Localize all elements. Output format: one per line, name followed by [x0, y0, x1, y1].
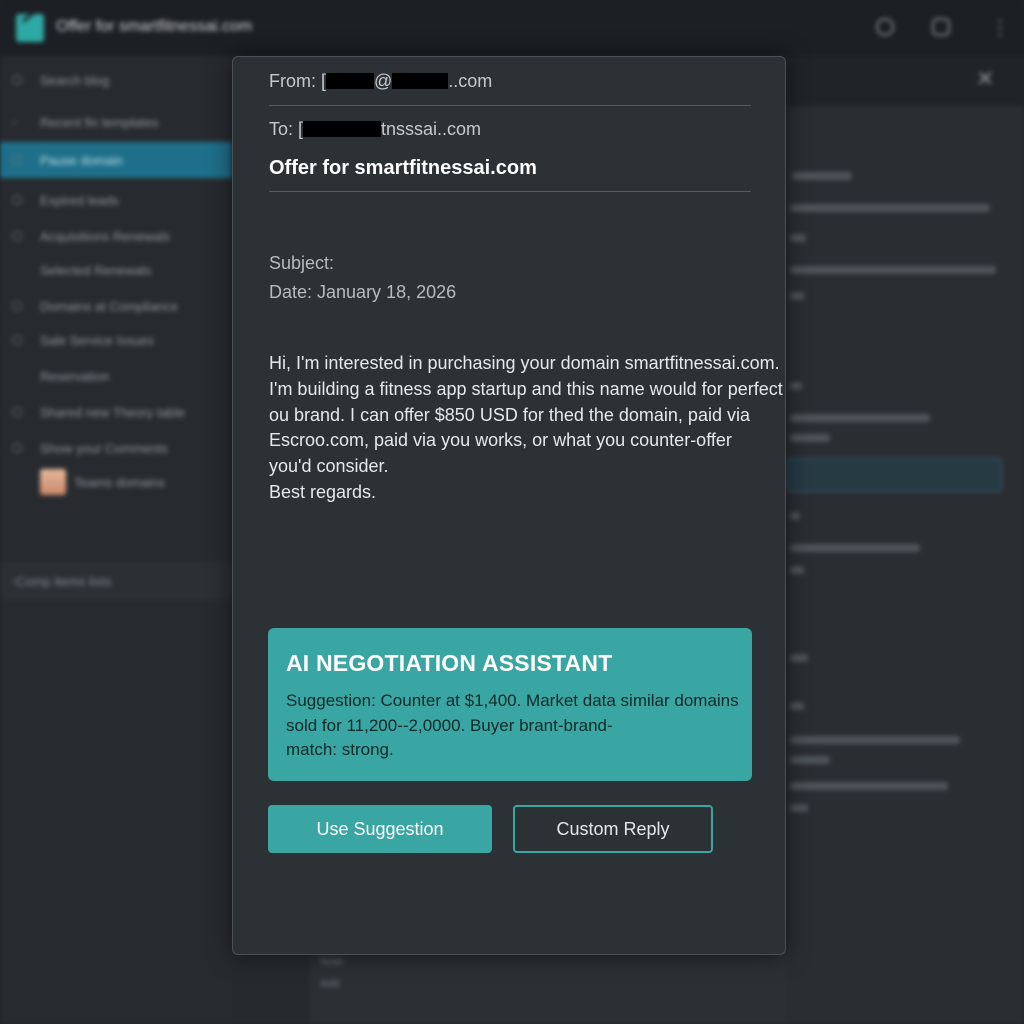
placeholder-line: [790, 434, 830, 442]
assistant-line: sold for 11,200--2,0000. Buyer brant-bra…: [286, 715, 613, 735]
avatar: [40, 469, 66, 495]
sidebar: Search blog › Recent fin templates Pause…: [0, 56, 232, 1024]
to-domain: tnsssai..com: [381, 119, 482, 139]
app-logo-icon: [16, 14, 44, 42]
window-icon[interactable]: [932, 18, 950, 36]
title-bar: Offer for smartfitnessai.com ⋮: [0, 0, 1024, 56]
email-body-line: you'd consider.: [269, 456, 389, 477]
use-suggestion-button[interactable]: Use Suggestion: [268, 805, 492, 853]
circle-icon: [12, 155, 22, 165]
sidebar-item[interactable]: Selected Renewals: [0, 252, 232, 288]
sidebar-item-active[interactable]: Pause domain: [0, 142, 232, 178]
sidebar-item-label: Sale Service Issues: [40, 332, 155, 348]
email-subject: Offer for smartfitnessai.com: [269, 157, 537, 179]
sidebar-footer[interactable]: › Comp items lists: [0, 562, 232, 600]
sidebar-item-label: Shared new Theory table: [40, 404, 186, 420]
to-row: To: [ tnsssai..com: [269, 119, 481, 140]
placeholder-line: [790, 234, 806, 242]
assistant-title: AI NEGOTIATION ASSISTANT: [286, 650, 613, 676]
circle-icon: [12, 335, 22, 345]
placeholder-line: [790, 292, 804, 300]
circle-icon: [12, 443, 22, 453]
redaction-bar: [303, 121, 382, 137]
sidebar-item[interactable]: Shared new Theory table: [0, 394, 232, 430]
from-at: @: [374, 71, 393, 91]
email-dialog: From: [ @ ..com To: [ tnsssai..com Offer fo…: [232, 56, 786, 955]
footer-note: Note: [320, 956, 344, 968]
sidebar-footer-label: Comp items lists: [16, 573, 112, 589]
from-domain: ..com: [448, 71, 493, 91]
redaction-bar: [326, 73, 374, 89]
placeholder-line: [790, 382, 802, 390]
sidebar-item[interactable]: Sale Service Issues: [0, 322, 232, 358]
email-body-line: Best regards.: [269, 481, 377, 502]
sidebar-item-label: Search blog: [40, 72, 110, 88]
divider: [269, 105, 751, 106]
window-title: Offer for smartfitnessai.com: [56, 18, 253, 35]
placeholder-line: [790, 566, 804, 574]
compose-footer: Note Add: [310, 950, 786, 1024]
circle-icon: [12, 75, 22, 85]
placeholder-line: [790, 266, 996, 274]
more-vertical-icon[interactable]: ⋮: [990, 16, 1010, 40]
sidebar-item[interactable]: Search blog: [0, 62, 232, 98]
assistant-line: match: strong.: [286, 740, 394, 759]
settings-icon[interactable]: [876, 18, 894, 36]
chevron-icon: ›: [12, 115, 16, 129]
subject-label: Subject:: [269, 253, 335, 273]
placeholder-line: [790, 414, 930, 422]
sidebar-item[interactable]: › Recent fin templates: [0, 104, 232, 140]
divider: [269, 191, 751, 192]
email-body-line: Escroo.com, paid via you works, or what …: [269, 430, 732, 451]
sidebar-item-label: Recent fin templates: [40, 114, 159, 130]
assistant-line: Suggestion: Counter at $1,400. Market da…: [286, 691, 739, 710]
placeholder-line: [790, 756, 830, 764]
from-row: From: [ @ ..com: [269, 71, 492, 92]
placeholder-line: [790, 512, 800, 520]
email-body-line: ou brand. I can offer $850 USD for thed …: [269, 404, 750, 425]
sidebar-item-label: Show your Comments: [40, 440, 168, 456]
to-label: To: [: [269, 119, 304, 139]
selected-row[interactable]: [786, 458, 1002, 492]
email-date: Date: January 18, 2026: [269, 282, 457, 302]
sidebar-item-label: Selected Renewals: [40, 262, 152, 278]
sidebar-item[interactable]: Show your Comments: [0, 430, 232, 466]
placeholder-line: [790, 702, 804, 710]
from-label: From: [: [269, 71, 326, 91]
chevron-icon: ›: [12, 574, 16, 588]
footer-add[interactable]: Add: [320, 978, 340, 990]
close-icon[interactable]: ✕: [976, 66, 994, 92]
assistant-suggestion: Suggestion: Counter at $1,400. Market da…: [286, 689, 746, 763]
placeholder-line: [790, 804, 808, 812]
circle-icon: [12, 231, 22, 241]
sidebar-item[interactable]: Teams domains: [0, 464, 232, 500]
circle-icon: [12, 407, 22, 417]
ai-assistant-card: AI NEGOTIATION ASSISTANT Suggestion: Cou…: [268, 628, 752, 781]
email-body-line: I'm building a fitness app startup and t…: [269, 378, 783, 399]
placeholder-line: [790, 654, 808, 662]
placeholder-line: [790, 736, 960, 744]
circle-icon: [12, 301, 22, 311]
sidebar-item-label: Expired leads: [40, 192, 119, 208]
sidebar-item[interactable]: Reservation: [0, 358, 232, 394]
custom-reply-button[interactable]: Custom Reply: [513, 805, 713, 853]
redaction-bar: [392, 73, 449, 89]
placeholder-line: [792, 172, 852, 180]
email-body: Hi, I'm interested in purchasing your do…: [269, 351, 783, 506]
sidebar-item-label: Acquisitions Renewals: [40, 228, 171, 244]
sidebar-item[interactable]: Acquisitions Renewals: [0, 218, 232, 254]
circle-icon: [12, 195, 22, 205]
placeholder-line: [790, 544, 920, 552]
sidebar-item-label: Pause domain: [40, 152, 124, 168]
right-panel-header: ✕: [786, 56, 1024, 106]
placeholder-line: [790, 204, 990, 212]
sidebar-item-label: Reservation: [40, 368, 110, 384]
sidebar-item[interactable]: Expired leads: [0, 182, 232, 218]
right-panel: ✕: [786, 56, 1024, 1024]
email-body-line: Hi, I'm interested in purchasing your do…: [269, 353, 780, 373]
sidebar-item-label: Teams domains: [74, 474, 166, 490]
placeholder-line: [790, 782, 948, 790]
sidebar-item[interactable]: Domains at Compliance: [0, 288, 232, 324]
sidebar-item-label: Domains at Compliance: [40, 298, 179, 314]
